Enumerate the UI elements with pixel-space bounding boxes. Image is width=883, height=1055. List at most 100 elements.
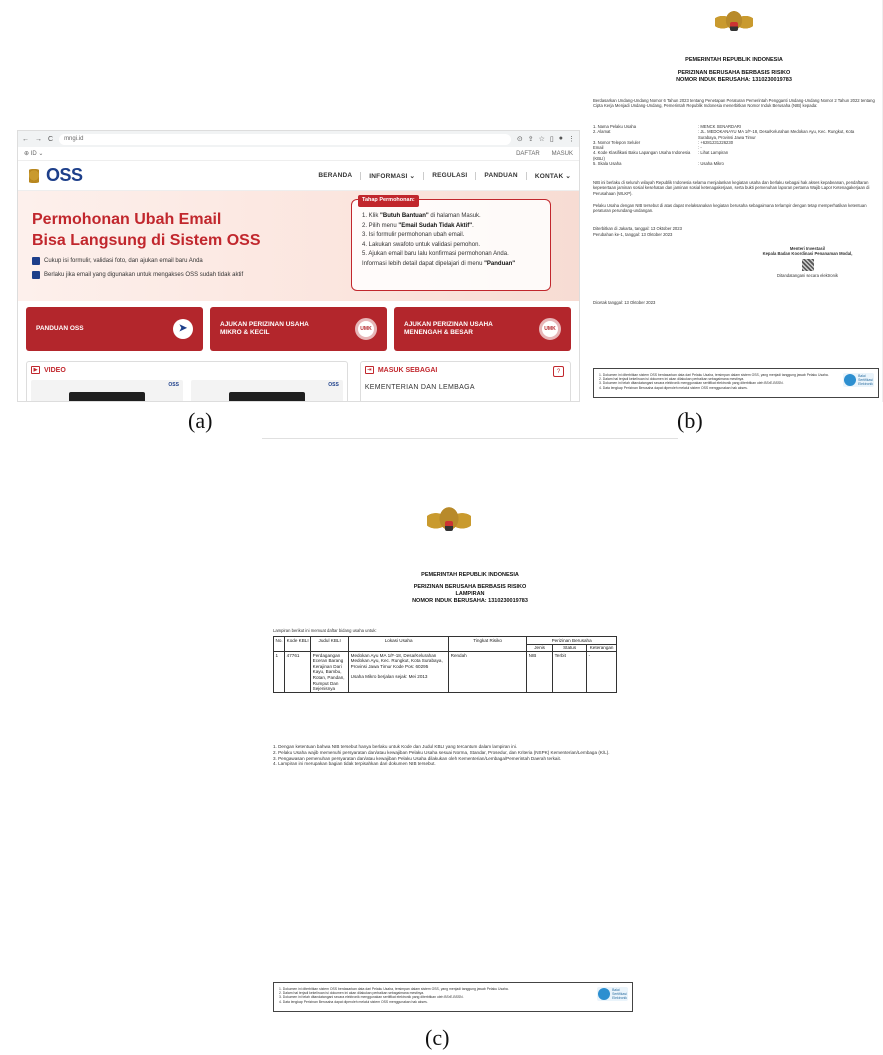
cell-keterangan: - (586, 651, 618, 694)
back-button[interactable]: ← (22, 136, 29, 143)
table-row: 1 47761 Perdagangan Eceran Barang Keraji… (272, 651, 618, 694)
video-section: ▶ VIDEO OSS OSS (26, 361, 348, 401)
masuk-heading-text: MASUK SEBAGAI (377, 366, 438, 374)
thumb-logo: OSS (168, 382, 179, 388)
nib-paragraph-1: NIB ini berlaku di seluruh wilayah Repub… (593, 180, 870, 196)
footer-line-4: 4. Data lengkap Perizinan Berusaha dapat… (279, 999, 428, 1004)
bsre-text-3: Elektronik (612, 996, 627, 1000)
col-tingkat-risiko: Tingkat Risiko (448, 635, 528, 653)
ajukan-menengah-besar-card[interactable]: AJUKAN PERIZINAN USAHA MENENGAH & BESAR … (394, 307, 571, 351)
col-no: No. (272, 635, 286, 653)
menu-dots-icon[interactable]: ⋮ (568, 135, 575, 143)
video-thumbnails: OSS OSS (31, 380, 343, 401)
lampiran-notes: 1. Dengan ketentuan bahwa NIB tersebut h… (273, 744, 673, 767)
play-icon: ▶ (31, 366, 40, 374)
video-thumbnail-1[interactable]: OSS (31, 380, 183, 401)
menu-panduan[interactable]: PANDUAN (475, 171, 518, 180)
field-row: 4. Kode Klasifikasi Baku Lapangan Usaha … (593, 150, 729, 161)
nib-header-2: PERIZINAN BERUSAHA BERBASIS RISIKO (677, 70, 791, 76)
reload-button[interactable]: C (48, 136, 53, 143)
col-status: Status (552, 643, 588, 653)
signed-electronically: Ditandatangani secara elektronik (777, 272, 838, 278)
extension-icon[interactable]: ⊙ (517, 135, 523, 143)
note-4: 4. Lampiran ini merupakan bagian tidak t… (273, 761, 436, 767)
caption-a: (a) (188, 408, 213, 433)
lampiran-header-4: NOMOR INDUK BERUSAHA: 1310230019783 (412, 598, 528, 604)
masuk-heading: ⇥ MASUK SEBAGAI (364, 366, 566, 374)
garuda-emblem-icon (715, 6, 753, 42)
nib-intro: Berdasarkan Undang-Undang Nomor 6 Tahun … (593, 98, 875, 109)
sidebar-icon[interactable]: ▯ (550, 135, 554, 143)
language-selector[interactable]: ⊕ ID ⌄ (24, 150, 43, 157)
lampiran-header-3: LAMPIRAN (455, 591, 485, 597)
daftar-link[interactable]: DAFTAR (516, 151, 540, 157)
cell-judul: Perdagangan Eceran Barang Kerajinan Dari… (310, 651, 350, 694)
action-cards: PANDUAN OSS ➤ AJUKAN PERIZINAN USAHA MIK… (18, 301, 579, 357)
share-icon[interactable]: ⇪ (528, 135, 534, 143)
menu-informasi[interactable]: INFORMASI ⌄ (360, 171, 415, 180)
masuk-link[interactable]: MASUK (552, 151, 573, 157)
video-heading-text: VIDEO (44, 366, 66, 374)
cell-kode: 47761 (284, 651, 312, 694)
browser-toolbar: ← → C mngi.id ⊙ ⇪ ☆ ▯ ● ⋮ (18, 131, 579, 147)
footer-line-4: 4. Data lengkap Perizinan Berusaha dapat… (599, 385, 748, 390)
caption-c: (c) (425, 1025, 450, 1050)
panel-a-browser: ← → C mngi.id ⊙ ⇪ ☆ ▯ ● ⋮ ⊕ ID ⌄ DAFTAR … (17, 130, 580, 402)
col-keterangan: Keterangan (586, 643, 618, 653)
tahap-step-2: 2. Pilih menu "Email Sudah Tidak Aktif". (362, 222, 474, 229)
ajukan-umk-label: AJUKAN PERIZINAN USAHA MIKRO & KECIL (220, 321, 309, 336)
panel-b-nib-document: PEMERINTAH REPUBLIK INDONESIA PERIZINAN … (585, 0, 883, 402)
nib-paragraph-2: Pelaku Usaha dengan NIB tersebut di atas… (593, 203, 867, 214)
profile-icon[interactable]: ● (559, 135, 563, 143)
address-bar[interactable]: mngi.id (59, 133, 511, 145)
hero-banner: Permohonan Ubah Email Bisa Langsung di S… (18, 191, 579, 301)
nib-footer-box: 1. Dokumen ini diterbitkan sistem OSS be… (593, 368, 879, 398)
ajukan-umk-card[interactable]: AJUKAN PERIZINAN USAHA MIKRO & KECIL UMK (210, 307, 387, 351)
ajukan-menengah-label: AJUKAN PERIZINAN USAHA MENENGAH & BESAR (404, 321, 493, 336)
signer-title-2: Kepala Badan Koordinasi Penanaman Modal, (762, 251, 853, 257)
video-screen (228, 392, 305, 401)
video-heading: ▶ VIDEO (31, 366, 343, 374)
login-icon: ⇥ (364, 366, 374, 374)
nib-signature-block: Menteri Investasi/ Kepala Badan Koordina… (735, 246, 880, 278)
nib-header-3: NOMOR INDUK BERUSAHA: 1310230019783 (676, 77, 792, 83)
menu-regulasi[interactable]: REGULASI (423, 171, 467, 180)
nib-header-1: PEMERINTAH REPUBLIK INDONESIA (685, 57, 783, 63)
video-thumbnail-2[interactable]: OSS (190, 380, 343, 401)
bsre-text-3: Elektronik (858, 382, 873, 386)
bsre-logo-icon (598, 988, 611, 1000)
oss-logo[interactable]: OSS (26, 165, 83, 186)
tahap-step-3: 3. Isi formulir permohonan ubah email. (362, 232, 465, 238)
top-subbar: ⊕ ID ⌄ DAFTAR MASUK (18, 147, 579, 161)
qr-code-icon (801, 258, 814, 271)
kementerian-option[interactable]: KEMENTERIAN DAN LEMBAGA (365, 384, 566, 391)
forward-button[interactable]: → (35, 136, 42, 143)
bsre-logo: Balai Sertifikasi Elektronik (597, 987, 628, 1001)
menu-kontak[interactable]: KONTAK ⌄ (525, 171, 571, 180)
menu-beranda[interactable]: BERANDA (318, 172, 352, 180)
cell-lokasi: Medokan Ayu MA 1/F-18, Desa/Kelurahan Me… (348, 651, 450, 694)
hero-bullet-2-text: Berlaku jika email yang digunakan untuk … (44, 272, 244, 278)
tahap-step-5: 5. Ajukan email baru lalu konfirmasi per… (362, 251, 509, 257)
field-row: 5. Skala Usaha: Usaha Mikro (593, 161, 724, 167)
bsre-logo: Balai Sertifikasi Elektronik (843, 373, 874, 387)
cell-jenis: NIB (526, 651, 554, 694)
star-icon[interactable]: ☆ (539, 135, 545, 143)
panduan-oss-card[interactable]: PANDUAN OSS ➤ (26, 307, 203, 351)
nib-fields: 1. Nama Pelaku Usaha: MENCK SENARDARI 2.… (593, 124, 881, 166)
help-icon[interactable]: ? (553, 366, 564, 377)
table-header-row: No. Kode KBLI Judul KBLI Lokasi Usaha Ti… (272, 635, 618, 653)
garuda-emblem-icon (427, 501, 471, 545)
main-menu: BERANDA INFORMASI ⌄ REGULASI PANDUAN KON… (318, 171, 571, 180)
col-judul-kbli: Judul KBLI (310, 635, 350, 653)
nib-printed: Dicetak tanggal: 13 Oktober 2023 (593, 300, 656, 305)
thumb-logo: OSS (328, 382, 339, 388)
lampiran-header-2: PERIZINAN BERUSAHA BERBASIS RISIKO (413, 584, 527, 590)
masuk-sebagai-section: ⇥ MASUK SEBAGAI ? KEMENTERIAN DAN LEMBAG… (359, 361, 571, 401)
form-icon (32, 257, 40, 265)
lampiran-intro: Lampiran berikut ini memuat daftar bidan… (273, 628, 377, 633)
nib-changed: Perubahan ke-1, tanggal: 13 Oktober 2023 (593, 232, 673, 237)
site-navbar: OSS BERANDA INFORMASI ⌄ REGULASI PANDUAN… (18, 161, 579, 191)
cell-no: 1 (272, 651, 286, 694)
email-icon (32, 271, 40, 279)
